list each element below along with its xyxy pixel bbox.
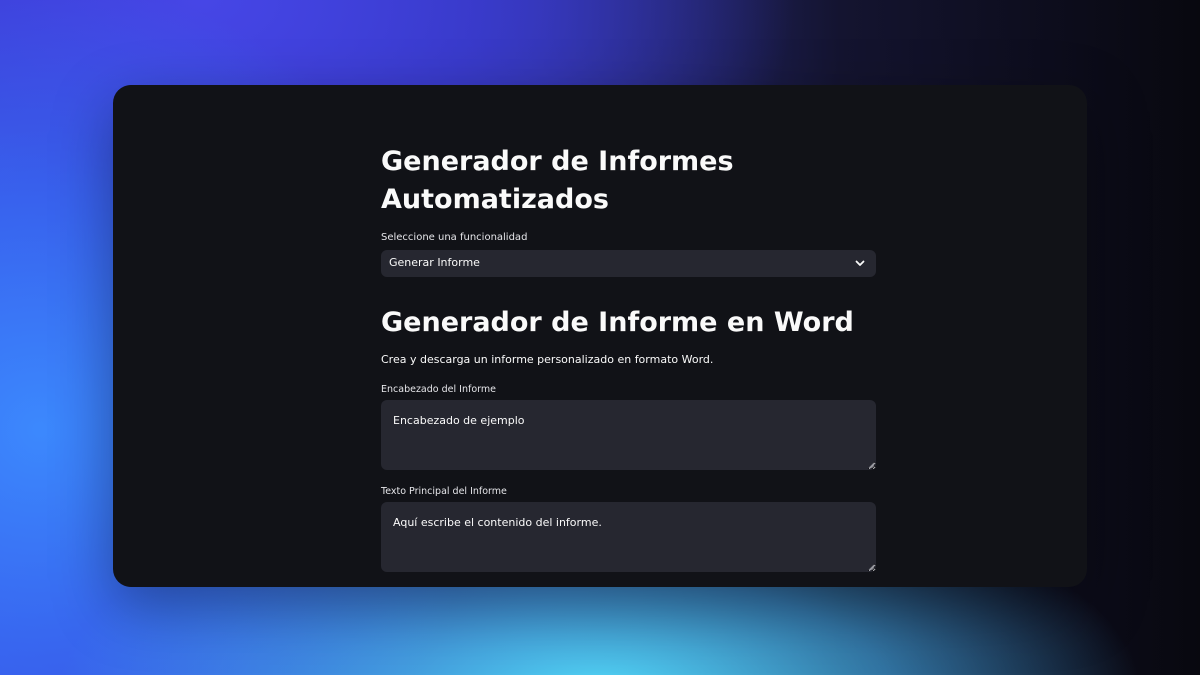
chevron-down-icon[interactable]: [854, 257, 866, 269]
feature-select[interactable]: Generar Informe: [381, 250, 876, 277]
section-description: Crea y descarga un informe personalizado…: [381, 353, 714, 366]
header-field-label: Encabezado del Informe: [381, 384, 496, 395]
body-textarea[interactable]: Aquí escribe el contenido del informe.: [381, 502, 876, 572]
body-field-label: Texto Principal del Informe: [381, 486, 507, 497]
app-window: Generador de Informes Automatizados Sele…: [113, 85, 1087, 587]
feature-select-value: Generar Informe: [389, 256, 480, 269]
header-textarea[interactable]: Encabezado de ejemplo: [381, 400, 876, 470]
section-title: Generador de Informe en Word: [381, 307, 854, 338]
feature-select-label: Seleccione una funcionalidad: [381, 232, 528, 243]
app-title: Generador de Informes Automatizados: [381, 146, 734, 215]
